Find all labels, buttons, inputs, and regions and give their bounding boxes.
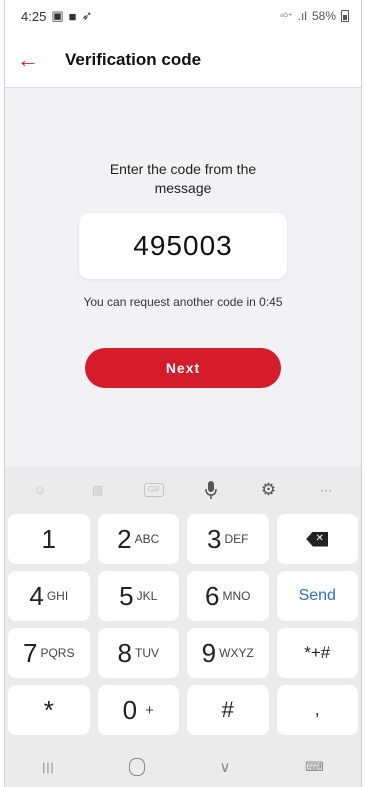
key-digit: 6 — [205, 581, 220, 611]
key-digit: 9 — [201, 638, 217, 668]
keypad-row-1: 1 2 ABC 3 DEF ✕ — [8, 514, 358, 564]
home-icon[interactable] — [129, 758, 146, 776]
key-digit: 0 — [122, 695, 138, 725]
microphone-glyph — [205, 480, 217, 499]
battery-icon — [341, 10, 349, 22]
keyboard-switch-icon[interactable]: ⌨ — [305, 759, 324, 775]
system-nav-bar: ||| ∨ ⌨ — [5, 747, 361, 787]
hide-keyboard-icon[interactable]: ∨ — [220, 758, 231, 776]
symbols-key[interactable]: *+# — [276, 628, 358, 678]
key-letters: JKL — [136, 589, 158, 603]
keypad-row-2: 4 GHI 5 JKL 6 MNO Send — [8, 571, 358, 621]
key-digit: 3 — [207, 524, 222, 554]
page-title: Verification code — [65, 49, 202, 69]
key-0[interactable]: 0 + — [97, 685, 179, 735]
navigation-notification-icon: ➶ — [81, 8, 93, 23]
gif-button[interactable]: GIF — [144, 482, 165, 497]
keyboard-toolbar: ☺ ▨ GIF ⚙ ··· — [5, 467, 361, 512]
key-letters: MNO — [222, 589, 251, 603]
key-9[interactable]: 9 WXYZ — [187, 628, 269, 678]
recent-apps-icon[interactable]: ||| — [42, 760, 54, 774]
key-4[interactable]: 4 GHI — [8, 571, 90, 621]
status-time: 4:25 — [21, 8, 47, 24]
key-digit: 2 — [117, 524, 132, 554]
key-letters: TUV — [134, 646, 159, 660]
back-arrow-icon[interactable]: ← — [17, 48, 65, 71]
key-6[interactable]: 6 MNO — [187, 571, 269, 621]
app-frame: 4:25 ▣ ■ ➶ ⁴ᴳ⁺ .ıl 58% ← Verification co… — [4, 0, 362, 787]
key-8[interactable]: 8 TUV — [97, 628, 179, 678]
sticker-icon[interactable]: ▨ — [86, 479, 108, 501]
key-asterisk[interactable]: * — [8, 685, 90, 735]
key-letters: GHI — [46, 589, 69, 603]
verification-code-field[interactable]: 495003 — [79, 213, 287, 279]
signal-icon: .ıl — [297, 9, 307, 23]
backspace-key[interactable]: ✕ — [276, 514, 358, 564]
key-2[interactable]: 2 ABC — [97, 514, 179, 564]
key-letters: DEF — [224, 532, 249, 546]
key-digit: # — [221, 697, 234, 722]
key-5[interactable]: 5 JKL — [97, 571, 179, 621]
next-button[interactable]: Next — [85, 348, 281, 388]
status-left: 4:25 ▣ ■ ➶ — [21, 8, 92, 24]
key-digit: 8 — [117, 638, 132, 668]
key-digit: 7 — [23, 638, 38, 668]
resend-countdown-text: You can request another code in 0:45 — [83, 295, 283, 309]
emoji-icon[interactable]: ☺ — [29, 479, 51, 501]
key-digit: 5 — [119, 581, 134, 611]
key-digit: * — [43, 695, 54, 725]
gallery-notification-icon: ▣ — [51, 8, 64, 23]
code-prompt: Enter the code from the message — [109, 161, 257, 196]
key-digit: 1 — [41, 524, 56, 554]
message-notification-icon: ■ — [68, 8, 77, 24]
key-digit: 4 — [29, 581, 44, 611]
gear-icon[interactable]: ⚙ — [257, 479, 279, 501]
key-letters: PQRS — [40, 646, 75, 660]
backspace-icon: ✕ — [306, 531, 329, 547]
app-bar: ← Verification code — [5, 32, 361, 88]
battery-percent: 58% — [311, 9, 336, 23]
key-1[interactable]: 1 — [8, 514, 90, 564]
more-icon[interactable]: ··· — [315, 479, 337, 501]
network-type: ⁴ᴳ⁺ — [279, 10, 293, 21]
numeric-keyboard: ☺ ▨ GIF ⚙ ··· 1 2 ABC 3 DEF ✕ 4 GHI 5 JK… — [5, 467, 361, 787]
keypad-row-4: * 0 + # , — [8, 685, 358, 735]
keypad: 1 2 ABC 3 DEF ✕ 4 GHI 5 JKL 6 MNO Send 7… — [5, 512, 361, 735]
send-key[interactable]: Send — [276, 571, 358, 621]
key-7[interactable]: 7 PQRS — [8, 628, 90, 678]
status-bar: 4:25 ▣ ■ ➶ ⁴ᴳ⁺ .ıl 58% — [5, 0, 361, 32]
comma-key[interactable]: , — [276, 685, 358, 735]
key-3[interactable]: 3 DEF — [187, 514, 269, 564]
keypad-row-3: 7 PQRS 8 TUV 9 WXYZ *+# — [8, 628, 358, 678]
verification-content: Enter the code from the message 495003 Y… — [5, 88, 361, 468]
key-letters: + — [145, 701, 154, 719]
key-letters: WXYZ — [219, 646, 254, 660]
status-right: ⁴ᴳ⁺ .ıl 58% — [280, 9, 349, 23]
key-letters: ABC — [134, 532, 160, 546]
microphone-icon[interactable] — [200, 479, 222, 501]
key-hash[interactable]: # — [187, 685, 269, 735]
